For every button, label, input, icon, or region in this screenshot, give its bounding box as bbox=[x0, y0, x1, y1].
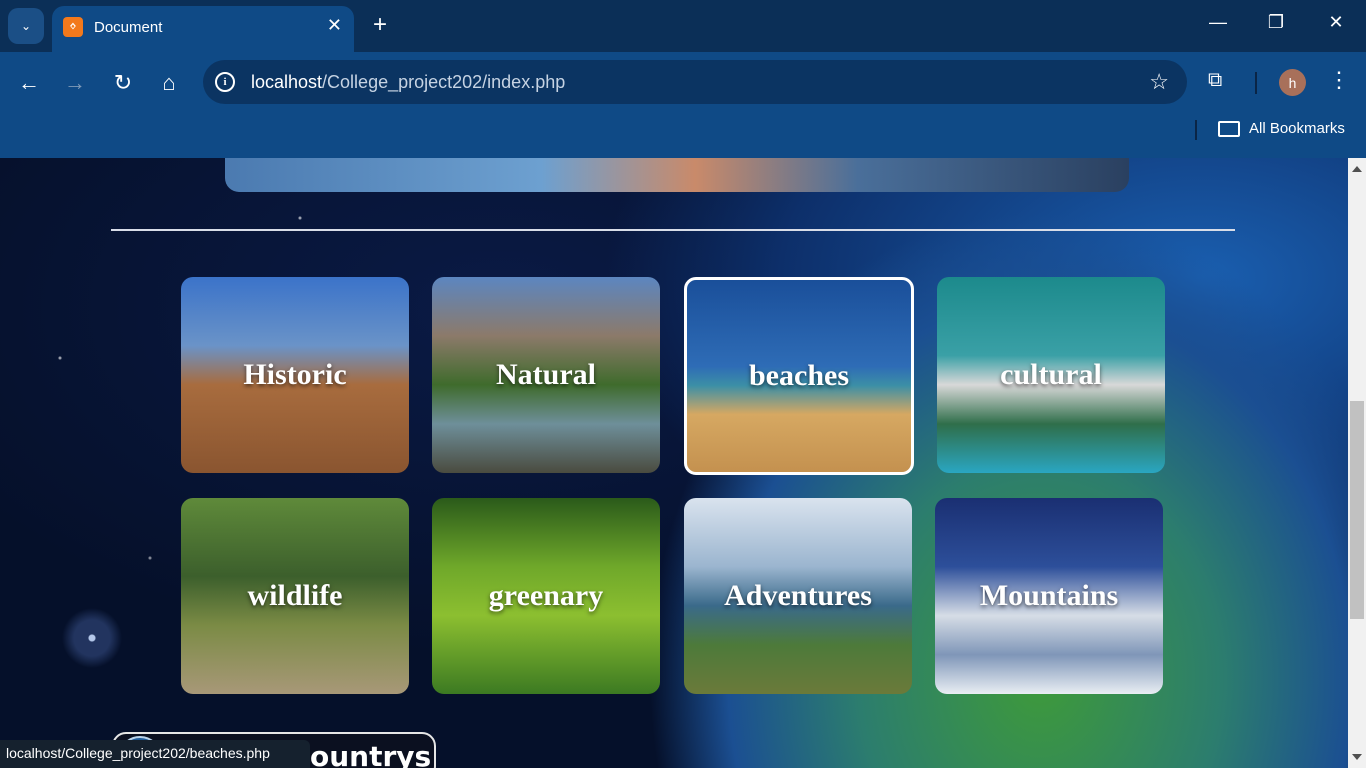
tab-title: Document bbox=[94, 19, 163, 36]
scroll-down-arrow-icon[interactable] bbox=[1352, 754, 1362, 760]
category-label: cultural bbox=[1000, 358, 1102, 391]
banner-image bbox=[225, 158, 1129, 192]
close-window-button[interactable]: ✕ bbox=[1324, 12, 1348, 33]
back-button[interactable]: ← bbox=[14, 68, 44, 98]
bookmarks-divider bbox=[1195, 120, 1197, 140]
countries-label: ountrys bbox=[310, 740, 432, 768]
arrow-left-icon: ← bbox=[18, 70, 40, 95]
scroll-up-arrow-icon[interactable] bbox=[1352, 166, 1362, 172]
new-tab-button[interactable]: + bbox=[368, 11, 392, 39]
category-label: greenary bbox=[488, 579, 604, 612]
category-card-greenary[interactable]: greenary bbox=[432, 498, 660, 694]
reload-button[interactable]: ↻ bbox=[108, 68, 138, 98]
section-divider bbox=[111, 229, 1235, 231]
category-label: beaches bbox=[749, 359, 849, 392]
browser-toolbar: ← → ↻ ⌂ i localhost/College_project202/i… bbox=[0, 52, 1366, 158]
vertical-scrollbar[interactable] bbox=[1348, 158, 1366, 768]
category-label: Mountains bbox=[979, 579, 1119, 612]
bookmark-star-icon[interactable]: ☆ bbox=[1149, 69, 1169, 95]
close-icon[interactable]: ✕ bbox=[327, 15, 342, 36]
reload-icon: ↻ bbox=[113, 70, 133, 95]
category-label: wildlife bbox=[247, 579, 343, 612]
category-card-natural[interactable]: Natural bbox=[432, 277, 660, 473]
scroll-thumb[interactable] bbox=[1350, 401, 1364, 619]
tab-search-button[interactable]: ⌄ bbox=[8, 8, 44, 44]
folder-icon bbox=[1218, 120, 1240, 137]
all-bookmarks-button[interactable]: All Bookmarks bbox=[1218, 120, 1345, 137]
chevron-down-icon: ⌄ bbox=[20, 19, 32, 33]
extensions-icon[interactable]: ⧉ bbox=[1208, 69, 1234, 95]
toolbar-divider bbox=[1255, 72, 1257, 94]
home-button[interactable]: ⌂ bbox=[154, 68, 184, 98]
category-label: Adventures bbox=[724, 579, 872, 612]
home-icon: ⌂ bbox=[162, 70, 176, 95]
category-label: Historic bbox=[243, 358, 347, 391]
restore-button[interactable]: ❐ bbox=[1264, 12, 1288, 33]
kebab-menu-icon[interactable]: ⋮ bbox=[1328, 67, 1350, 93]
link-status-bar: localhost/College_project202/beaches.php bbox=[0, 740, 310, 768]
info-icon[interactable]: i bbox=[215, 72, 235, 92]
category-label: Natural bbox=[496, 358, 596, 391]
xampp-icon: ᛜ bbox=[63, 17, 83, 37]
minimize-button[interactable]: — bbox=[1206, 12, 1230, 33]
address-bar[interactable]: i localhost/College_project202/index.php… bbox=[203, 60, 1187, 104]
category-card-adventures[interactable]: Adventures bbox=[684, 498, 912, 694]
profile-avatar[interactable]: h bbox=[1279, 69, 1306, 96]
all-bookmarks-label: All Bookmarks bbox=[1249, 120, 1345, 137]
category-card-wildlife[interactable]: wildlife bbox=[181, 498, 409, 694]
page-viewport: Historic Natural beaches cultural wildli… bbox=[0, 158, 1348, 768]
url-text[interactable]: localhost/College_project202/index.php bbox=[251, 72, 565, 93]
forward-button[interactable]: → bbox=[60, 68, 90, 98]
category-card-beaches[interactable]: beaches bbox=[684, 277, 914, 475]
category-card-historic[interactable]: Historic bbox=[181, 277, 409, 473]
arrow-right-icon: → bbox=[64, 70, 86, 95]
category-card-mountains[interactable]: Mountains bbox=[935, 498, 1163, 694]
category-card-cultural[interactable]: cultural bbox=[937, 277, 1165, 473]
active-tab[interactable]: ᛜ Document ✕ bbox=[52, 6, 354, 52]
tab-strip: ⌄ ᛜ Document ✕ + — ❐ ✕ bbox=[0, 0, 1366, 52]
